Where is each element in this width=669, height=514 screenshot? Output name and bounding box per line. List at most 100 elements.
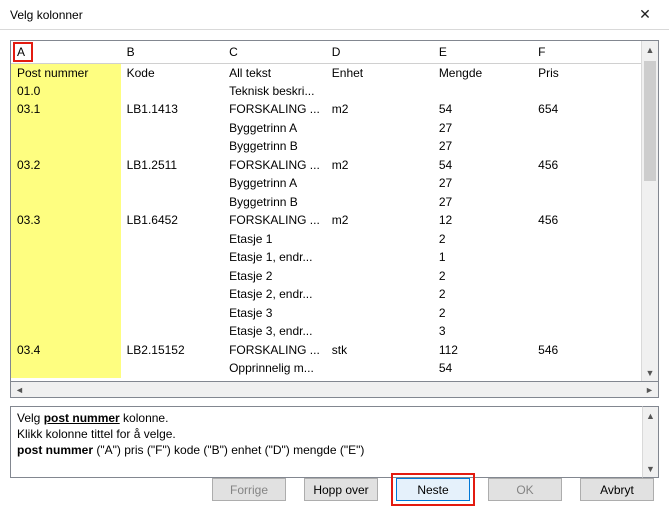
cell: Enhet bbox=[326, 63, 433, 82]
scroll-left-icon[interactable]: ◄ bbox=[11, 385, 28, 395]
cell: 54 bbox=[433, 156, 532, 175]
table-row: 03.4LB2.15152FORSKALING ...stk112546 bbox=[11, 341, 641, 360]
cell: 456 bbox=[532, 156, 641, 175]
cell bbox=[121, 304, 224, 323]
cell bbox=[532, 248, 641, 267]
cell: 654 bbox=[532, 100, 641, 119]
table-row: 03.3LB1.6452FORSKALING ...m212456 bbox=[11, 211, 641, 230]
cell: LB1.6452 bbox=[121, 211, 224, 230]
cell: 3 bbox=[433, 322, 532, 341]
scroll-up-icon[interactable]: ▲ bbox=[643, 407, 658, 424]
grid-viewport: A B C D E F Post nummerKodeAll tekstEnhe… bbox=[11, 41, 641, 381]
close-icon[interactable]: ✕ bbox=[625, 1, 665, 29]
scroll-thumb[interactable] bbox=[644, 61, 656, 181]
next-button[interactable]: Neste bbox=[396, 478, 470, 501]
table-row: 03.2LB1.2511FORSKALING ...m254456 bbox=[11, 156, 641, 175]
cell: Etasje 2, endr... bbox=[223, 285, 326, 304]
table-body: Post nummerKodeAll tekstEnhetMengdePris … bbox=[11, 63, 641, 378]
cell: 03.1 bbox=[11, 100, 121, 119]
grid-hscrollbar[interactable]: ◄ ► bbox=[10, 381, 659, 398]
table-row: Etasje 32 bbox=[11, 304, 641, 323]
cell bbox=[11, 137, 121, 156]
cell bbox=[11, 230, 121, 249]
cell: FORSKALING ... bbox=[223, 156, 326, 175]
cell bbox=[11, 267, 121, 286]
text-bold: post nummer bbox=[17, 443, 93, 457]
cell bbox=[532, 322, 641, 341]
cell: 27 bbox=[433, 137, 532, 156]
column-header-b[interactable]: B bbox=[121, 41, 224, 63]
cell: 03.3 bbox=[11, 211, 121, 230]
cancel-button[interactable]: Avbryt bbox=[580, 478, 654, 501]
column-header-f[interactable]: F bbox=[532, 41, 641, 63]
cell bbox=[532, 285, 641, 304]
cell: Etasje 3 bbox=[223, 304, 326, 323]
cell bbox=[121, 322, 224, 341]
cell bbox=[326, 322, 433, 341]
table-row: Etasje 12 bbox=[11, 230, 641, 249]
cell: Byggetrinn A bbox=[223, 119, 326, 138]
cell bbox=[11, 285, 121, 304]
table-row: Byggetrinn A27 bbox=[11, 174, 641, 193]
table-row: Opprinnelig m...54 bbox=[11, 359, 641, 378]
cell: Kode bbox=[121, 63, 224, 82]
cell bbox=[11, 174, 121, 193]
instruction-line-1: Velg post nummer kolonne. bbox=[17, 410, 636, 426]
cell bbox=[121, 248, 224, 267]
window-title: Velg kolonner bbox=[10, 8, 83, 22]
cell: 112 bbox=[433, 341, 532, 360]
column-header-e[interactable]: E bbox=[433, 41, 532, 63]
cell bbox=[433, 82, 532, 101]
instruction-vscrollbar[interactable]: ▲ ▼ bbox=[642, 406, 659, 478]
cell: 03.4 bbox=[11, 341, 121, 360]
scroll-down-icon[interactable]: ▼ bbox=[642, 364, 658, 381]
cell bbox=[532, 359, 641, 378]
cell: Byggetrinn A bbox=[223, 174, 326, 193]
cell: LB1.2511 bbox=[121, 156, 224, 175]
cell bbox=[326, 193, 433, 212]
cell bbox=[326, 267, 433, 286]
cell: 456 bbox=[532, 211, 641, 230]
column-header-d[interactable]: D bbox=[326, 41, 433, 63]
cell: 54 bbox=[433, 100, 532, 119]
cell: Teknisk beskri... bbox=[223, 82, 326, 101]
table-row: 03.1LB1.1413FORSKALING ...m254654 bbox=[11, 100, 641, 119]
cell: m2 bbox=[326, 211, 433, 230]
cell bbox=[532, 230, 641, 249]
cell bbox=[326, 230, 433, 249]
cell bbox=[326, 359, 433, 378]
button-bar: Forrige Hopp over Neste OK Avbryt bbox=[207, 473, 659, 506]
table-row: Etasje 2 2 bbox=[11, 267, 641, 286]
cell bbox=[121, 359, 224, 378]
text: ("A") pris ("F") kode ("B") enhet ("D") … bbox=[93, 443, 364, 457]
cell: 2 bbox=[433, 267, 532, 286]
scroll-right-icon[interactable]: ► bbox=[641, 385, 658, 395]
text: kolonne. bbox=[120, 411, 169, 425]
cell: Etasje 2 bbox=[223, 267, 326, 286]
cell bbox=[11, 304, 121, 323]
cell: 546 bbox=[532, 341, 641, 360]
previous-button: Forrige bbox=[212, 478, 286, 501]
cell bbox=[121, 267, 224, 286]
cell: FORSKALING ... bbox=[223, 341, 326, 360]
content-area: A B C D E F Post nummerKodeAll tekstEnhe… bbox=[0, 30, 669, 484]
cell: m2 bbox=[326, 156, 433, 175]
column-header-a[interactable]: A bbox=[11, 41, 121, 63]
grid-vscrollbar[interactable]: ▲ ▼ bbox=[641, 41, 658, 381]
cell: 2 bbox=[433, 230, 532, 249]
cell bbox=[532, 119, 641, 138]
cell bbox=[532, 193, 641, 212]
cell bbox=[11, 193, 121, 212]
cell: m2 bbox=[326, 100, 433, 119]
cell: 12 bbox=[433, 211, 532, 230]
cell bbox=[121, 230, 224, 249]
cell: Etasje 1, endr... bbox=[223, 248, 326, 267]
scroll-up-icon[interactable]: ▲ bbox=[642, 41, 658, 58]
cell: FORSKALING ... bbox=[223, 100, 326, 119]
cell: 1 bbox=[433, 248, 532, 267]
skip-button[interactable]: Hopp over bbox=[304, 478, 378, 501]
column-header-c[interactable]: C bbox=[223, 41, 326, 63]
instruction-text: Velg post nummer kolonne. Klikk kolonne … bbox=[10, 406, 642, 478]
cell: Pris bbox=[532, 63, 641, 82]
cell bbox=[121, 193, 224, 212]
